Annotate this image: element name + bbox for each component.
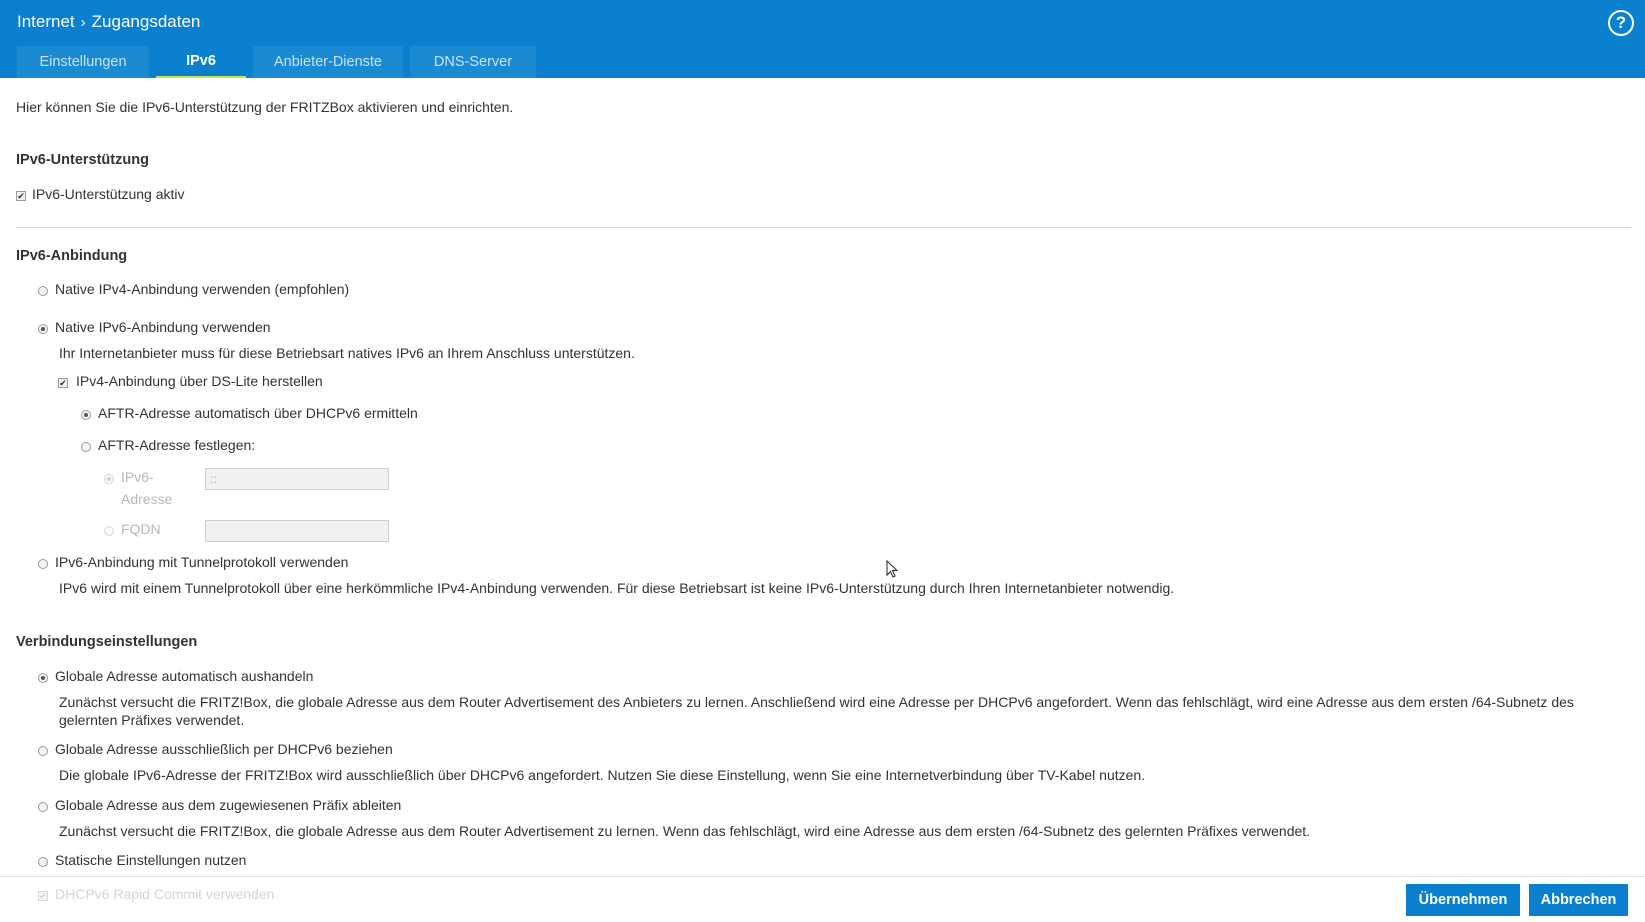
ipv6-support-heading: IPv6-Unterstützung [16,152,149,168]
rapid-commit-checkbox[interactable]: ✔ [38,891,48,901]
intro-text: Hier können Sie die IPv6-Unterstützung d… [16,99,514,115]
native-ipv6-label: Native IPv6-Anbindung verwenden [55,319,271,335]
breadcrumb-internet[interactable]: Internet [17,12,75,32]
aftr-auto-label: AFTR-Adresse automatisch über DHCPv6 erm… [98,405,418,421]
breadcrumb-zugangsdaten: Zugangsdaten [91,12,201,31]
ipv6-address-radio[interactable] [104,474,114,484]
ipv6-address-input[interactable] [205,468,389,490]
cancel-button[interactable]: Abbrechen [1529,884,1628,916]
dslite-label: IPv4-Anbindung über DS-Lite herstellen [76,373,323,389]
tunnel-radio[interactable] [38,559,48,569]
tunnel-description: IPv6 wird mit einem Tunnelprotokoll über… [59,580,1175,596]
section-divider [16,227,1631,228]
native-ipv4-radio[interactable] [38,286,48,296]
dslite-checkbox[interactable]: ✔ [58,378,68,388]
ipv6-support-checkbox[interactable]: ✔ [16,191,26,201]
native-ipv4-label: Native IPv4-Anbindung verwenden (empfohl… [55,281,350,297]
apply-button[interactable]: Übernehmen [1406,884,1520,916]
global-prefix-label: Globale Adresse aus dem zugewiesenen Prä… [55,797,402,813]
fqdn-label: FQDN [121,521,161,537]
global-dhcp-description: Die globale IPv6-Adresse der FRITZ!Box w… [59,767,1146,783]
ipv6-binding-heading: IPv6-Anbindung [16,248,128,264]
fqdn-input[interactable] [205,520,389,542]
native-ipv6-description: Ihr Internetanbieter muss für diese Betr… [59,345,635,361]
global-prefix-radio[interactable] [38,802,48,812]
tunnel-label: IPv6-Anbindung mit Tunnelprotokoll verwe… [55,554,349,570]
global-auto-description-line1: Zunächst versucht die FRITZ!Box, die glo… [59,694,1574,710]
global-dhcp-radio[interactable] [38,746,48,756]
global-prefix-description: Zunächst versucht die FRITZ!Box, die glo… [59,823,1311,839]
native-ipv6-radio[interactable] [38,324,48,334]
rapid-commit-label: DHCPv6 Rapid Commit verwenden [55,886,275,902]
tab-einstellungen[interactable]: Einstellungen [17,46,149,78]
ipv6-address-label-line1: IPv6- [121,469,154,485]
global-auto-radio[interactable] [38,673,48,683]
mouse-cursor-icon [886,560,899,578]
ipv6-support-label: IPv6-Unterstützung aktiv [32,186,185,202]
aftr-auto-radio[interactable] [81,410,91,420]
breadcrumb: Internet › Zugangsdaten [17,12,200,32]
tab-ipv6[interactable]: IPv6 [156,46,246,78]
tab-dns-server[interactable]: DNS-Server [410,46,536,78]
header-bar: Internet › Zugangsdaten ? Einstellungen … [0,0,1645,78]
static-settings-label: Statische Einstellungen nutzen [55,852,247,868]
help-icon[interactable]: ? [1608,10,1634,36]
tab-anbieter-dienste[interactable]: Anbieter-Dienste [253,46,403,78]
tab-bar: Einstellungen IPv6 Anbieter-Dienste DNS-… [17,46,543,78]
ipv6-address-label-line2: Adresse [121,491,173,507]
aftr-fixed-radio[interactable] [81,442,91,452]
fqdn-radio[interactable] [104,526,114,536]
connection-settings-heading: Verbindungseinstellungen [16,634,198,650]
global-auto-description-line2: gelernten Präfixes verwendet. [59,712,245,728]
chevron-right-icon: › [80,13,86,31]
aftr-fixed-label: AFTR-Adresse festlegen: [98,437,256,453]
global-dhcp-label: Globale Adresse ausschließlich per DHCPv… [55,741,393,757]
global-auto-label: Globale Adresse automatisch aushandeln [55,668,314,684]
static-settings-radio[interactable] [38,857,48,867]
